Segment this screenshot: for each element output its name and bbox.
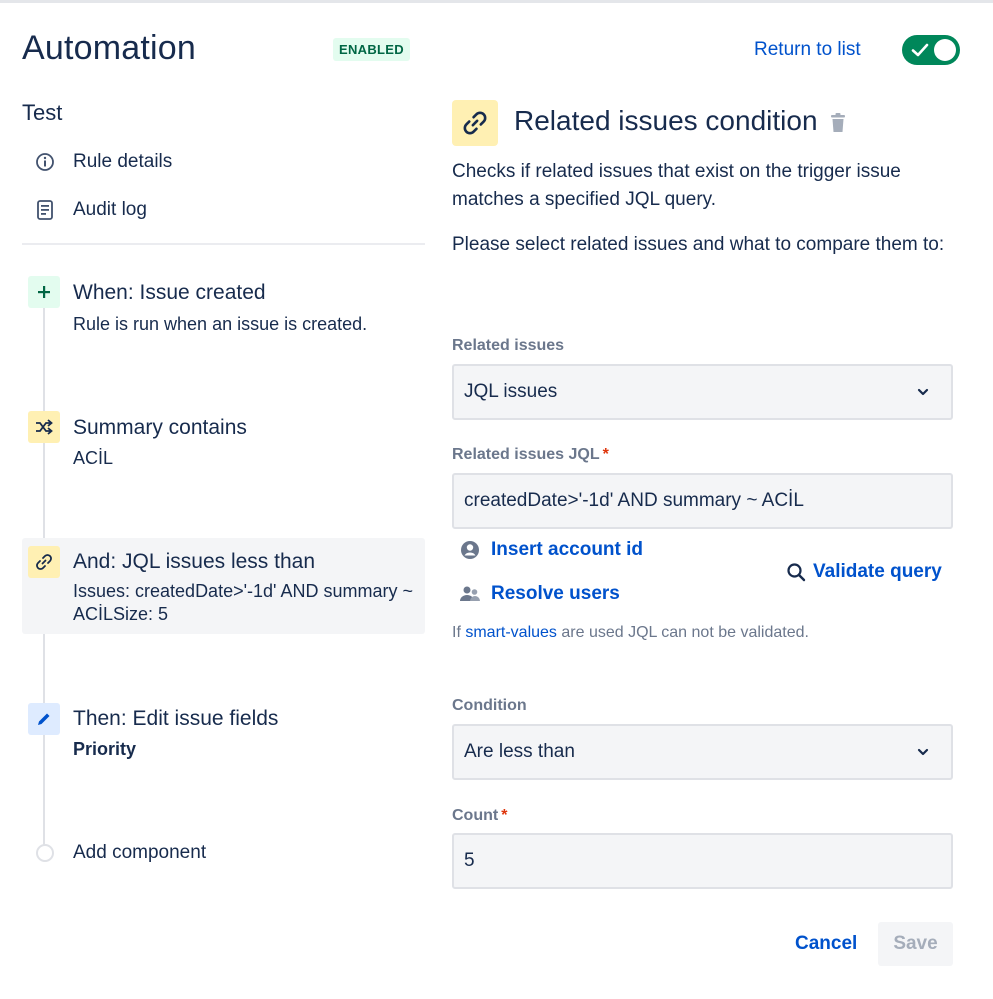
info-icon — [22, 152, 68, 172]
related-jql-input[interactable]: createdDate>'-1d' AND summary ~ ACİL — [452, 473, 953, 529]
related-issues-select[interactable]: JQL issues — [452, 364, 953, 420]
related-jql-label: Related issues JQL * — [452, 446, 609, 464]
plus-icon — [28, 276, 60, 308]
user-circle-icon — [459, 539, 481, 561]
sidebar-divider — [22, 243, 425, 245]
insert-account-id-button[interactable]: Insert account id — [459, 539, 643, 561]
hint-prefix: If — [452, 624, 461, 641]
field-label-text: Related issues JQL — [452, 446, 600, 463]
chevron-down-icon — [917, 388, 929, 396]
add-component-dot — [36, 844, 54, 862]
validate-query-button[interactable]: Validate query — [785, 561, 942, 583]
condition-select[interactable]: Are less than — [452, 724, 953, 780]
rule-step-edit-action[interactable]: Then: Edit issue fields Priority — [22, 700, 425, 770]
required-mark: * — [501, 807, 508, 824]
count-label: Count * — [452, 807, 507, 825]
rule-step-summary-condition[interactable]: Summary contains ACİL — [22, 406, 425, 476]
nav-label: Audit log — [73, 199, 147, 220]
resolve-users-button[interactable]: Resolve users — [459, 583, 620, 605]
save-button[interactable]: Save — [878, 922, 953, 966]
field-label-text: Condition — [452, 697, 527, 714]
field-label-text: Count — [452, 807, 499, 824]
rule-enabled-toggle[interactable] — [902, 35, 960, 65]
nav-audit-log[interactable]: Audit log — [22, 195, 147, 225]
step-description: Issues: createdDate>'-1d' AND summary ~ … — [73, 581, 414, 624]
top-border — [0, 0, 993, 3]
input-value: 5 — [464, 850, 475, 871]
pencil-icon — [28, 703, 60, 735]
step-title: Then: Edit issue fields — [73, 707, 279, 730]
rule-step-jql-condition[interactable]: And: JQL issues less than Issues: create… — [22, 538, 425, 634]
status-badge: ENABLED — [333, 38, 410, 61]
count-input[interactable]: 5 — [452, 833, 953, 889]
return-to-list-link[interactable]: Return to list — [754, 39, 861, 61]
jql-hint: If smart-values are used JQL can not be … — [452, 624, 809, 642]
panel-description: Checks if related issues that exist on t… — [452, 161, 901, 210]
hint-suffix: are used JQL can not be validated. — [561, 624, 809, 641]
step-title: When: Issue created — [73, 281, 266, 304]
field-label-text: Related issues — [452, 337, 565, 354]
chevron-down-icon — [917, 748, 929, 756]
condition-label: Condition — [452, 697, 527, 715]
smart-values-link[interactable]: smart-values — [465, 624, 557, 641]
link-icon — [452, 100, 498, 146]
add-component-label: Add component — [73, 842, 207, 863]
step-title: Summary contains — [73, 416, 247, 439]
link-icon — [28, 546, 60, 578]
shuffle-icon — [28, 411, 60, 443]
link-label: Validate query — [813, 561, 942, 582]
select-value: Are less than — [464, 741, 575, 762]
related-issues-label: Related issues — [452, 337, 564, 355]
link-label: Insert account id — [491, 539, 644, 560]
panel-instruction: Please select related issues and what to… — [452, 234, 945, 255]
input-value: createdDate>'-1d' AND summary ~ ACİL — [464, 490, 804, 511]
required-mark: * — [602, 446, 609, 463]
toggle-knob — [934, 39, 956, 61]
check-icon — [911, 43, 929, 57]
link-label: Resolve users — [491, 583, 620, 604]
select-value: JQL issues — [464, 381, 558, 402]
step-title: And: JQL issues less than — [73, 550, 316, 573]
people-icon — [459, 583, 481, 605]
page-title: Automation — [22, 29, 196, 67]
step-description: Priority — [73, 739, 137, 759]
panel-title: Related issues condition — [514, 105, 818, 136]
search-icon — [785, 561, 807, 583]
nav-rule-details[interactable]: Rule details — [22, 147, 172, 177]
step-description: ACİL — [73, 448, 114, 468]
rule-step-trigger[interactable]: When: Issue created Rule is run when an … — [22, 272, 425, 352]
trash-icon[interactable] — [828, 112, 848, 134]
document-icon — [22, 200, 68, 220]
step-description: Rule is run when an issue is created. — [73, 314, 368, 334]
rule-name: Test — [22, 100, 63, 125]
nav-label: Rule details — [73, 151, 173, 172]
cancel-button[interactable]: Cancel — [787, 922, 865, 966]
add-component-button[interactable]: Add component — [22, 840, 206, 866]
